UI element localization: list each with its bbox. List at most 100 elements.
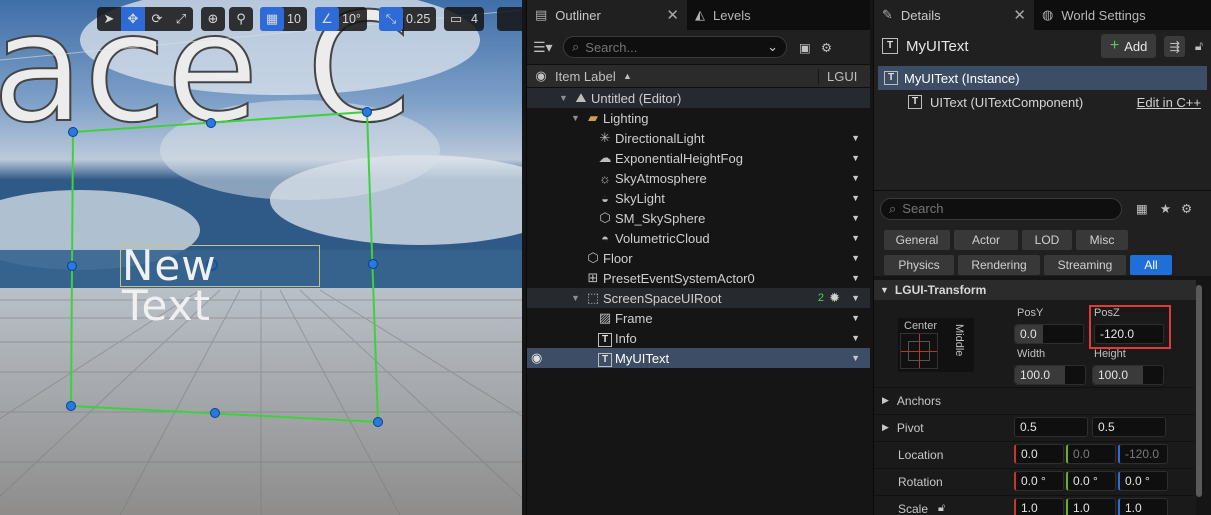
close-icon[interactable]: ✕: [953, 6, 1026, 24]
scale-snap-icon[interactable]: ⤡: [379, 7, 403, 31]
pivot-y-field[interactable]: 0.5: [1092, 417, 1166, 437]
translate-mode-icon[interactable]: ✥: [121, 7, 145, 31]
tab-outliner[interactable]: ▤ Outliner ✕: [527, 0, 687, 30]
close-icon[interactable]: ✕: [626, 6, 679, 24]
filter-icon[interactable]: ☰▾: [533, 39, 563, 56]
rotation-x-field[interactable]: 0.0 °: [1014, 471, 1064, 491]
filter-all[interactable]: All: [1130, 255, 1172, 275]
chevron-down-icon[interactable]: ▼: [851, 133, 860, 143]
list-item[interactable]: ◒ SkyLight ▼: [527, 188, 870, 208]
surface-snap-icon[interactable]: ⚲: [229, 7, 253, 31]
edit-in-cpp-link[interactable]: Edit in C++: [1137, 95, 1201, 110]
list-item-selected[interactable]: ◉ T MyUIText ▼: [527, 348, 870, 368]
chevron-down-icon[interactable]: ▼: [851, 173, 860, 183]
list-item[interactable]: ☁ ExponentialHeightFog ▼: [527, 148, 870, 168]
list-item[interactable]: T Info ▼: [527, 328, 870, 348]
list-item[interactable]: ▼ ⛰ Untitled (Editor): [527, 88, 870, 108]
list-item[interactable]: ▼ ⬚ ScreenSpaceUIRoot 2 ✹ ▼: [527, 288, 870, 308]
scale-x-field[interactable]: 1.0: [1014, 498, 1064, 515]
rotate-mode-icon[interactable]: ⟳: [145, 7, 169, 31]
add-component-button[interactable]: + Add: [1100, 34, 1157, 58]
settings-gear-icon[interactable]: ⚙: [821, 40, 832, 55]
settings-gear-icon[interactable]: ⚙: [1181, 201, 1192, 216]
camera-speed-value[interactable]: 4: [468, 12, 484, 26]
list-item[interactable]: ▼ ▰ Lighting: [527, 108, 870, 128]
column-item-label[interactable]: Item Label: [555, 69, 818, 84]
scale-lock-icon[interactable]: 🔓︎: [938, 502, 945, 515]
camera-icon[interactable]: ▭: [444, 7, 468, 31]
location-x-field[interactable]: 0.0: [1014, 444, 1064, 464]
expand-arrow-icon[interactable]: ▶: [882, 395, 889, 406]
coordinate-space-toggle[interactable]: ⊕: [201, 7, 225, 31]
pivot-x-field[interactable]: 0.5: [1014, 417, 1088, 437]
expand-arrow-icon[interactable]: ▶: [882, 422, 889, 433]
grid-snap-value[interactable]: 10: [284, 12, 307, 26]
scale-y-field[interactable]: 1.0: [1066, 498, 1116, 515]
anchor-preset-widget[interactable]: Center Middle: [898, 318, 974, 372]
location-y-field[interactable]: 0.0: [1066, 444, 1116, 464]
list-item[interactable]: ◓ VolumetricCloud ▼: [527, 228, 870, 248]
location-z-field[interactable]: -120.0: [1118, 444, 1168, 464]
rotation-z-field[interactable]: 0.0 °: [1118, 471, 1168, 491]
chevron-down-icon[interactable]: ▼: [851, 233, 860, 243]
outliner-search-input[interactable]: ⌕ ⌄: [563, 36, 787, 58]
collapse-arrow-icon[interactable]: ▼: [880, 285, 889, 295]
column-type[interactable]: LGUI: [818, 68, 870, 84]
details-scrollbar[interactable]: [1196, 285, 1202, 497]
tab-world-settings[interactable]: ◍ World Settings: [1034, 0, 1154, 30]
filter-lod[interactable]: LOD: [1022, 230, 1072, 250]
filter-streaming[interactable]: Streaming: [1044, 255, 1126, 275]
scale-z-field[interactable]: 1.0: [1118, 498, 1168, 515]
list-item[interactable]: ⬡ SM_SkySphere ▼: [527, 208, 870, 228]
rotation-snap-icon[interactable]: ∠: [315, 7, 339, 31]
list-item[interactable]: ▨ Frame ▼: [527, 308, 870, 328]
chevron-down-icon[interactable]: ▼: [851, 213, 860, 223]
add-folder-icon[interactable]: ▣: [799, 40, 811, 55]
chevron-down-icon[interactable]: ⌄: [767, 39, 778, 55]
filter-rendering[interactable]: Rendering: [958, 255, 1040, 275]
visibility-column-icon[interactable]: ◉: [527, 68, 555, 84]
chevron-down-icon[interactable]: ▼: [851, 313, 860, 323]
chevron-down-icon[interactable]: ▼: [851, 193, 860, 203]
category-lgui-transform[interactable]: ▼ LGUI-Transform: [874, 280, 1196, 300]
rotation-snap-value[interactable]: 10°: [339, 12, 367, 26]
collapse-arrow-icon[interactable]: ▼: [571, 113, 583, 123]
details-search-field[interactable]: [902, 201, 1113, 216]
outliner-search-field[interactable]: [585, 39, 768, 55]
actor-name[interactable]: MyUIText: [906, 38, 1101, 55]
select-mode-icon[interactable]: ➤: [97, 7, 121, 31]
surface-snap-toggle[interactable]: ⚲: [229, 7, 253, 31]
viewport-options-button[interactable]: [497, 7, 522, 31]
tab-details[interactable]: ✎ Details ✕: [874, 0, 1034, 30]
chevron-down-icon[interactable]: ▼: [851, 273, 860, 283]
list-item[interactable]: ✳ DirectionalLight ▼: [527, 128, 870, 148]
filter-general[interactable]: General: [884, 230, 950, 250]
chevron-down-icon[interactable]: ▼: [851, 353, 860, 363]
filter-misc[interactable]: Misc: [1076, 230, 1128, 250]
scale-snap-value[interactable]: 0.25: [403, 12, 436, 26]
rotation-y-field[interactable]: 0.0 °: [1066, 471, 1116, 491]
chevron-down-icon[interactable]: ▼: [851, 333, 860, 343]
filter-actor[interactable]: Actor: [954, 230, 1018, 250]
tab-levels[interactable]: ◭ Levels: [687, 0, 759, 30]
posy-field[interactable]: 0.0: [1014, 324, 1084, 344]
list-item[interactable]: ☼ SkyAtmosphere ▼: [527, 168, 870, 188]
chevron-down-icon[interactable]: ▼: [851, 293, 860, 303]
visibility-eye-icon[interactable]: ◉: [531, 350, 542, 366]
component-row-uitext[interactable]: T UIText (UITextComponent) Edit in C++: [878, 90, 1207, 114]
height-field[interactable]: 100.0: [1092, 365, 1164, 385]
details-search-input[interactable]: ⌕: [880, 197, 1122, 220]
light-toggle-icon[interactable]: ✹: [829, 290, 840, 306]
list-item[interactable]: ⬡ Floor ▼: [527, 248, 870, 268]
chevron-down-icon[interactable]: ▼: [851, 253, 860, 263]
chevron-down-icon[interactable]: ▼: [851, 153, 860, 163]
anchors-row[interactable]: ▶ Anchors: [874, 387, 1194, 413]
filter-physics[interactable]: Physics: [884, 255, 954, 275]
lock-icon[interactable]: 🔓︎: [1195, 39, 1203, 54]
list-item[interactable]: ⊞ PresetEventSystemActor0 ▼: [527, 268, 870, 288]
favorites-star-icon[interactable]: ★: [1160, 201, 1171, 216]
table-view-icon[interactable]: ▦: [1136, 201, 1148, 216]
collapse-arrow-icon[interactable]: ▼: [559, 93, 571, 103]
width-field[interactable]: 100.0: [1014, 365, 1086, 385]
collapse-arrow-icon[interactable]: ▼: [571, 293, 583, 303]
